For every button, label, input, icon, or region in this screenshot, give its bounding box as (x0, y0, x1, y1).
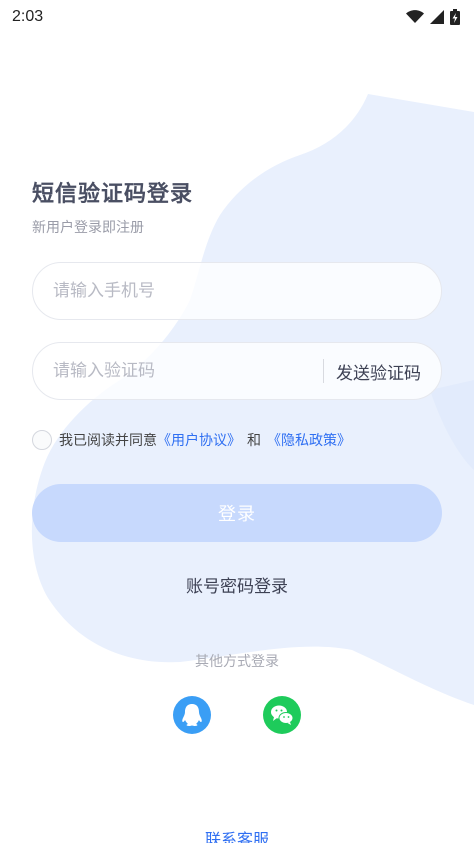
status-icons (406, 9, 460, 25)
verification-code-input[interactable] (53, 361, 323, 381)
agreement-prefix: 我已阅读并同意 (59, 433, 157, 449)
background-illustration (31, 94, 474, 705)
other-login-title: 其他方式登录 (195, 654, 279, 670)
user-agreement-link[interactable]: 《用户协议》 (157, 430, 241, 450)
phone-field[interactable] (32, 262, 442, 320)
cellular-signal-icon (430, 10, 444, 24)
status-time: 2:03 (12, 8, 44, 25)
battery-charging-icon (450, 9, 460, 25)
wechat-icon (271, 705, 294, 725)
input-divider (323, 359, 324, 383)
verification-code-field[interactable]: 发送验证码 (32, 342, 442, 400)
qq-icon (182, 704, 202, 726)
contact-support-link[interactable]: 联系客服 (0, 826, 474, 843)
page-subtitle: 新用户登录即注册 (32, 220, 144, 236)
wifi-icon (406, 10, 424, 23)
login-button[interactable]: 登录 (32, 484, 442, 542)
page-title: 短信验证码登录 (32, 182, 194, 207)
password-login-link[interactable]: 账号密码登录 (0, 572, 474, 597)
agreement-checkbox[interactable] (32, 430, 52, 450)
qq-login-button[interactable] (173, 696, 211, 734)
phone-input[interactable] (53, 281, 421, 301)
agreement-row: 我已阅读并同意 《用户协议》 和 《隐私政策》 (32, 430, 351, 450)
agreement-and: 和 (247, 433, 261, 449)
privacy-policy-link[interactable]: 《隐私政策》 (267, 430, 351, 450)
status-bar: 2:03 (0, 0, 474, 34)
wechat-login-button[interactable] (263, 696, 301, 734)
send-code-button[interactable]: 发送验证码 (336, 359, 421, 384)
